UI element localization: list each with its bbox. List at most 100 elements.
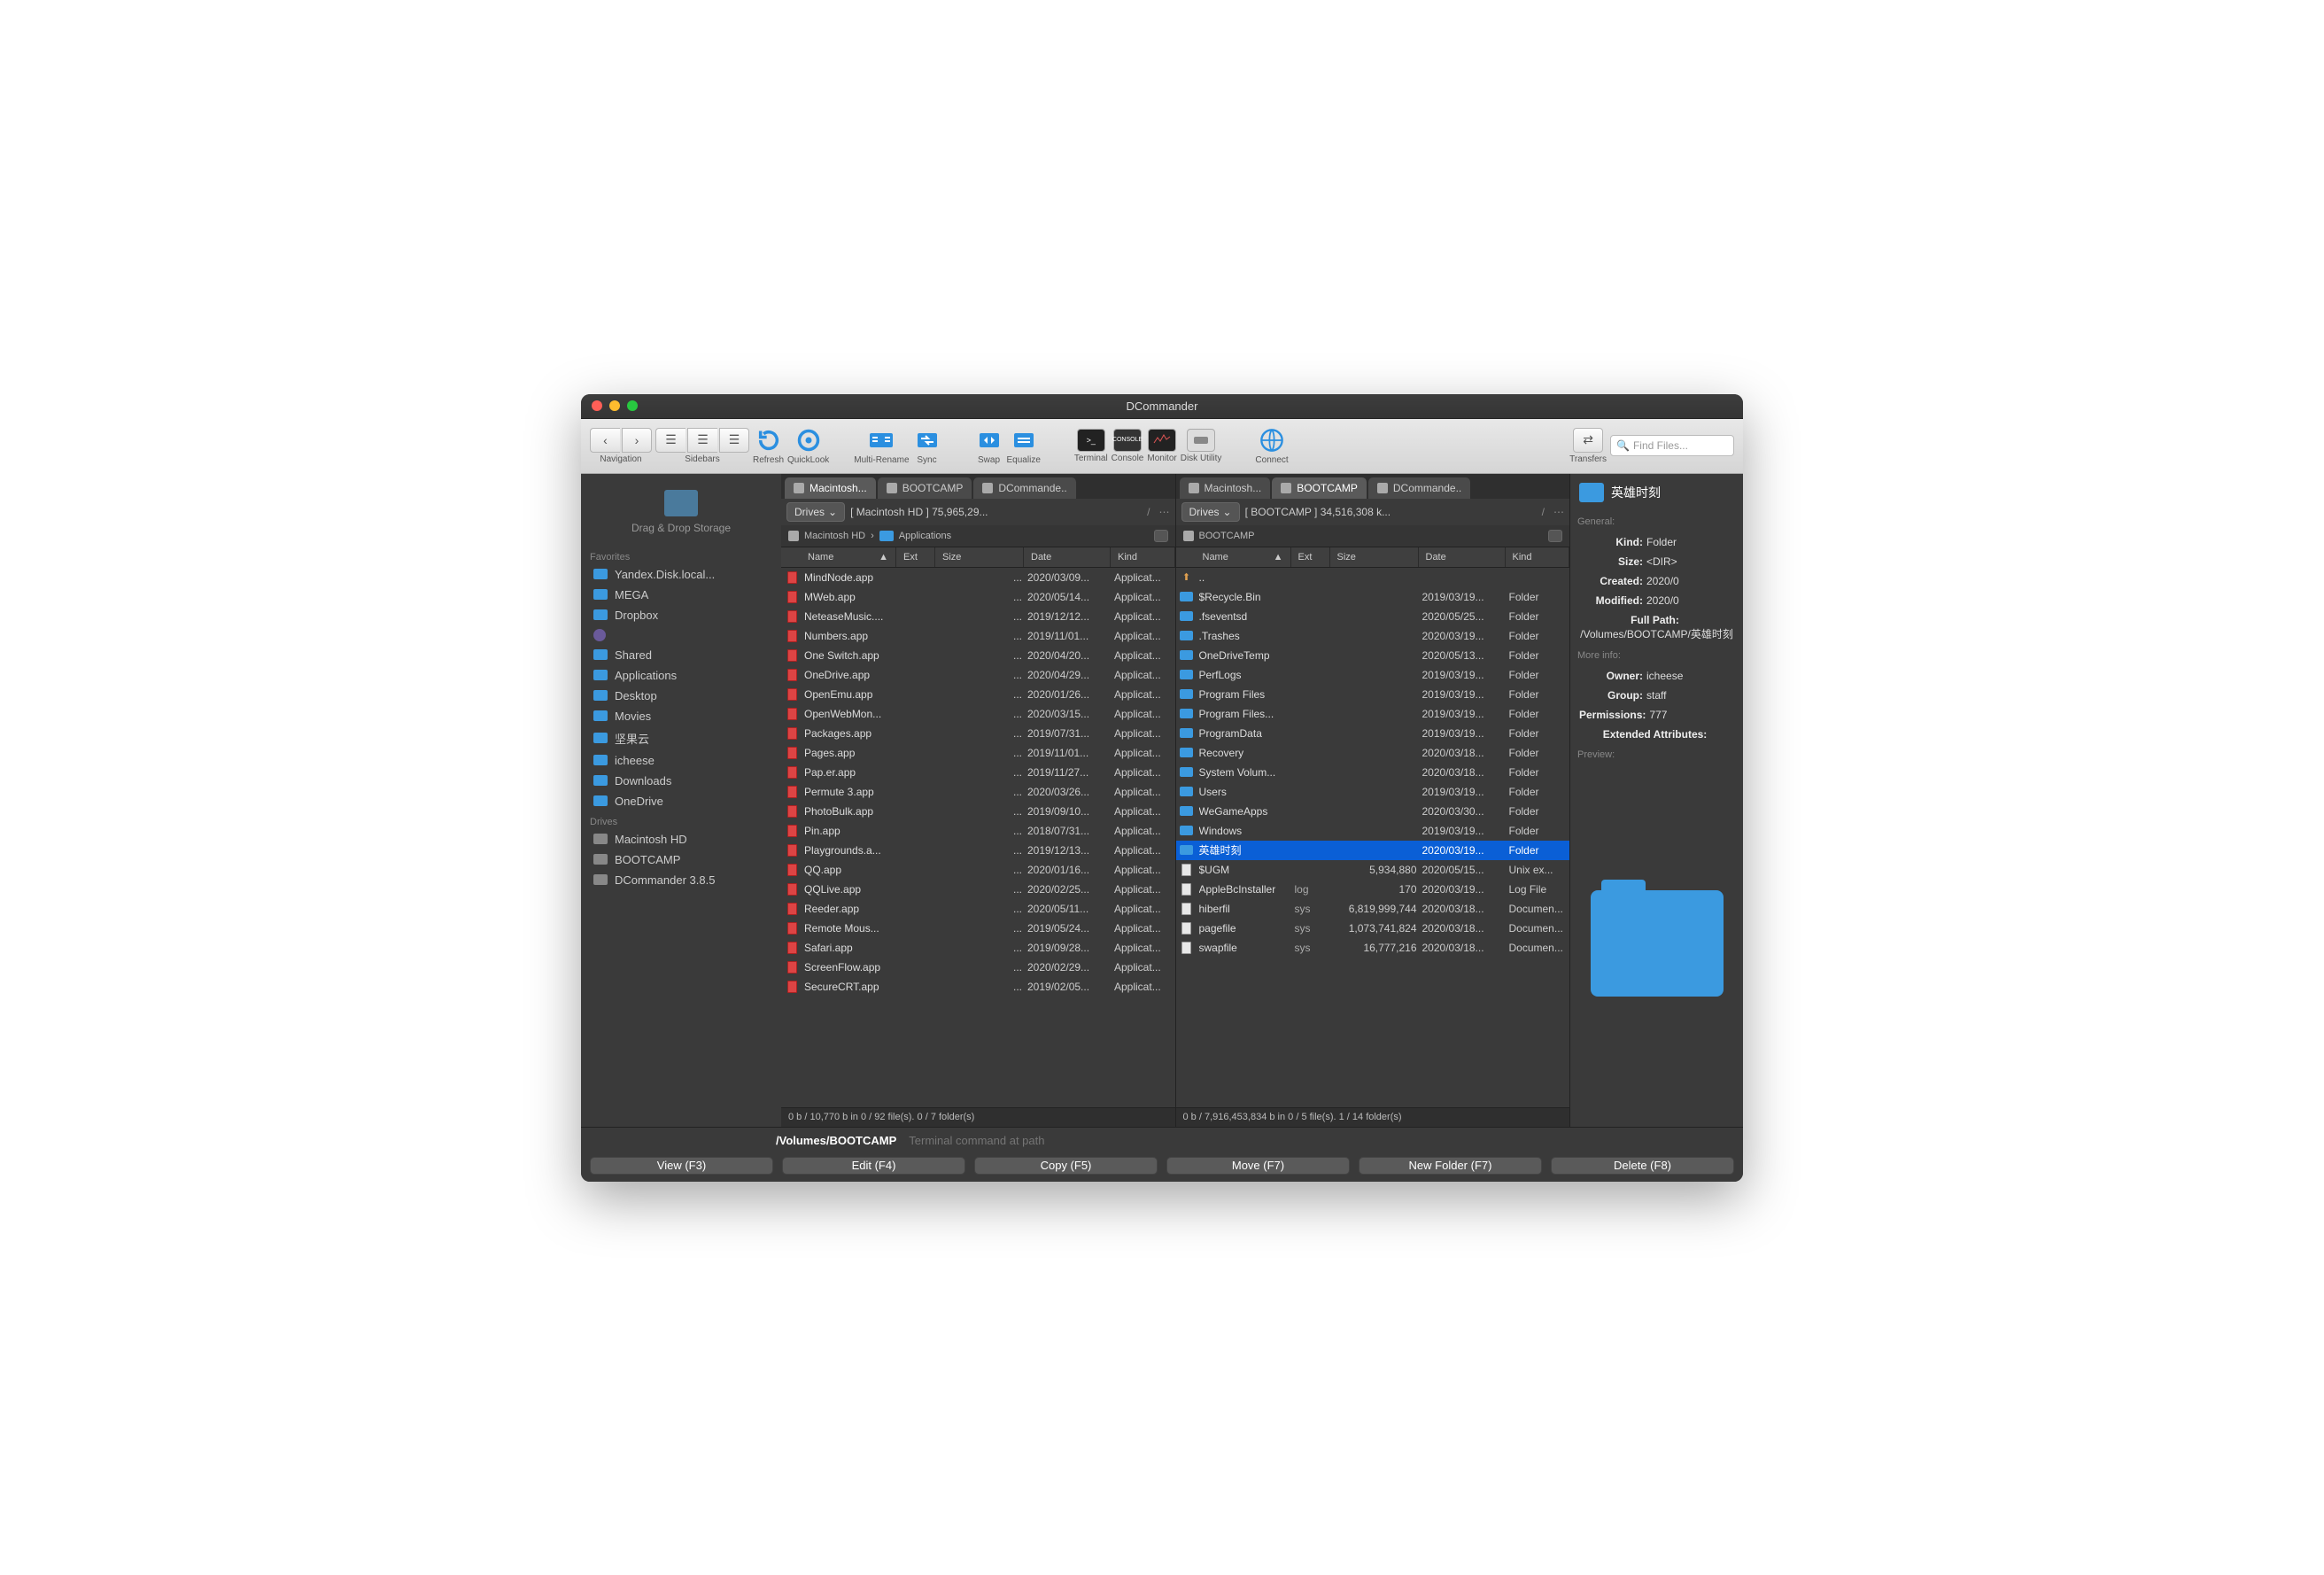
col-size[interactable]: Size [1330,547,1419,567]
file-row[interactable]: $UGM5,934,8802020/05/15...Unix ex... [1176,860,1570,880]
file-row[interactable]: System Volum...2020/03/18...Folder [1176,763,1570,782]
tab[interactable]: DCommande.. [973,477,1075,499]
file-row[interactable]: pagefilesys1,073,741,8242020/03/18...Doc… [1176,919,1570,938]
file-row[interactable]: Permute 3.app...2020/03/26...Applicat... [781,782,1175,802]
file-row[interactable]: One Switch.app...2020/04/20...Applicat..… [781,646,1175,665]
sidebar-drive[interactable]: DCommander 3.8.5 [581,870,781,890]
sidebar-favorite[interactable]: Downloads [581,771,781,791]
col-date[interactable]: Date [1024,547,1111,567]
file-row[interactable]: 英雄时刻2020/03/19...Folder [1176,841,1570,860]
delete-button[interactable]: Delete (F8) [1551,1157,1734,1175]
col-ext[interactable]: Ext [896,547,935,567]
col-kind[interactable]: Kind [1111,547,1175,567]
view-button[interactable]: View (F3) [590,1157,773,1175]
col-size[interactable]: Size [935,547,1024,567]
sidebar-favorite[interactable]: OneDrive [581,791,781,811]
file-row[interactable]: QQ.app...2020/01/16...Applicat... [781,860,1175,880]
file-row[interactable]: OpenWebMon......2020/03/15...Applicat... [781,704,1175,724]
file-row[interactable]: OneDrive.app...2020/04/29...Applicat... [781,665,1175,685]
file-row[interactable]: Windows2019/03/19...Folder [1176,821,1570,841]
minimize-window-button[interactable] [609,400,620,411]
file-row[interactable]: swapfilesys16,777,2162020/03/18...Docume… [1176,938,1570,958]
terminal-button[interactable]: >_ [1077,429,1105,452]
nav-forward-button[interactable]: › [622,428,652,453]
sidebar-favorite[interactable]: Applications [581,665,781,686]
equalize-button[interactable] [1010,427,1038,454]
sidebar-favorite[interactable]: Dropbox [581,605,781,625]
move-button[interactable]: Move (F7) [1166,1157,1350,1175]
file-row[interactable]: OpenEmu.app...2020/01/26...Applicat... [781,685,1175,704]
sidebar-favorite[interactable]: MEGA [581,585,781,605]
tab[interactable]: Macintosh... [1180,477,1271,499]
sidebar-drive[interactable]: BOOTCAMP [581,850,781,870]
tab[interactable]: BOOTCAMP [1272,477,1367,499]
file-row[interactable]: MWeb.app...2020/05/14...Applicat... [781,587,1175,607]
edit-button[interactable]: Edit (F4) [782,1157,965,1175]
sync-button[interactable] [913,427,941,454]
file-row[interactable]: Pin.app...2018/07/31...Applicat... [781,821,1175,841]
file-row[interactable]: Reeder.app...2020/05/11...Applicat... [781,899,1175,919]
file-row[interactable]: SecureCRT.app...2019/02/05...Applicat... [781,977,1175,997]
file-row[interactable]: Numbers.app...2019/11/01...Applicat... [781,626,1175,646]
file-row[interactable]: NeteaseMusic.......2019/12/12...Applicat… [781,607,1175,626]
tab[interactable]: BOOTCAMP [878,477,972,499]
file-row[interactable]: hiberfilsys6,819,999,7442020/03/18...Doc… [1176,899,1570,919]
file-row[interactable]: ScreenFlow.app...2020/02/29...Applicat..… [781,958,1175,977]
tab[interactable]: Macintosh... [785,477,876,499]
file-row[interactable]: AppleBcInstallerlog1702020/03/19...Log F… [1176,880,1570,899]
refresh-button[interactable] [755,427,783,454]
file-row[interactable]: PerfLogs2019/03/19...Folder [1176,665,1570,685]
file-row[interactable]: $Recycle.Bin2019/03/19...Folder [1176,587,1570,607]
file-row[interactable]: Safari.app...2019/09/28...Applicat... [781,938,1175,958]
sidebar-favorite[interactable]: Yandex.Disk.local... [581,564,781,585]
left-drives-dropdown[interactable]: Drives ⌄ [786,502,845,522]
file-row[interactable]: .fseventsd2020/05/25...Folder [1176,607,1570,626]
file-row[interactable]: ProgramData2019/03/19...Folder [1176,724,1570,743]
transfers-button[interactable]: ⇄ [1573,428,1603,453]
file-row[interactable]: Pap.er.app...2019/11/27...Applicat... [781,763,1175,782]
swap-button[interactable] [975,427,1003,454]
file-row[interactable]: Playgrounds.a......2019/12/13...Applicat… [781,841,1175,860]
console-button[interactable]: CONSOLE [1113,429,1142,452]
close-window-button[interactable] [592,400,602,411]
sidebar-favorite[interactable]: Shared [581,645,781,665]
path-more[interactable]: ⋯ [1553,506,1564,518]
file-row[interactable]: QQLive.app...2020/02/25...Applicat... [781,880,1175,899]
file-row[interactable]: Remote Mous......2019/05/24...Applicat..… [781,919,1175,938]
tab[interactable]: DCommande.. [1368,477,1470,499]
drag-drop-storage[interactable]: Drag & Drop Storage [581,474,781,547]
nav-back-button[interactable]: ‹ [590,428,620,453]
quicklook-button[interactable] [794,427,823,454]
col-name[interactable]: Name▲ [781,547,896,567]
file-row[interactable]: PhotoBulk.app...2019/09/10...Applicat... [781,802,1175,821]
file-row[interactable]: OneDriveTemp2020/05/13...Folder [1176,646,1570,665]
sidebar-favorite[interactable]: 坚果云 [581,726,781,750]
sidebar-toggle-1[interactable]: ☰ [655,428,686,453]
zoom-window-button[interactable] [627,400,638,411]
cmd-input[interactable] [905,1130,1734,1151]
path-more[interactable]: ⋯ [1159,506,1170,518]
sidebar-drive[interactable]: Macintosh HD [581,829,781,850]
find-files-input[interactable]: 🔍 Find Files... [1610,435,1734,456]
col-name[interactable]: Name▲ [1176,547,1291,567]
file-row[interactable]: Users2019/03/19...Folder [1176,782,1570,802]
col-kind[interactable]: Kind [1506,547,1570,567]
col-ext[interactable]: Ext [1291,547,1330,567]
col-date[interactable]: Date [1419,547,1506,567]
connect-button[interactable] [1258,427,1286,454]
file-row[interactable]: Program Files2019/03/19...Folder [1176,685,1570,704]
sidebar-favorite[interactable]: icheese [581,750,781,771]
disk-utility-button[interactable] [1187,429,1215,452]
file-row[interactable]: Program Files...2019/03/19...Folder [1176,704,1570,724]
file-row[interactable]: MindNode.app...2020/03/09...Applicat... [781,568,1175,587]
file-row[interactable]: Recovery2020/03/18...Folder [1176,743,1570,763]
new-folder-button[interactable]: New Folder (F7) [1359,1157,1542,1175]
sidebar-toggle-2[interactable]: ☰ [687,428,717,453]
file-row[interactable]: ⬆.. [1176,568,1570,587]
sidebar-favorite[interactable] [581,625,781,645]
sidebar-favorite[interactable]: Desktop [581,686,781,706]
copy-button[interactable]: Copy (F5) [974,1157,1158,1175]
right-drives-dropdown[interactable]: Drives ⌄ [1181,502,1240,522]
multi-rename-button[interactable] [867,427,895,454]
monitor-button[interactable] [1148,429,1176,452]
